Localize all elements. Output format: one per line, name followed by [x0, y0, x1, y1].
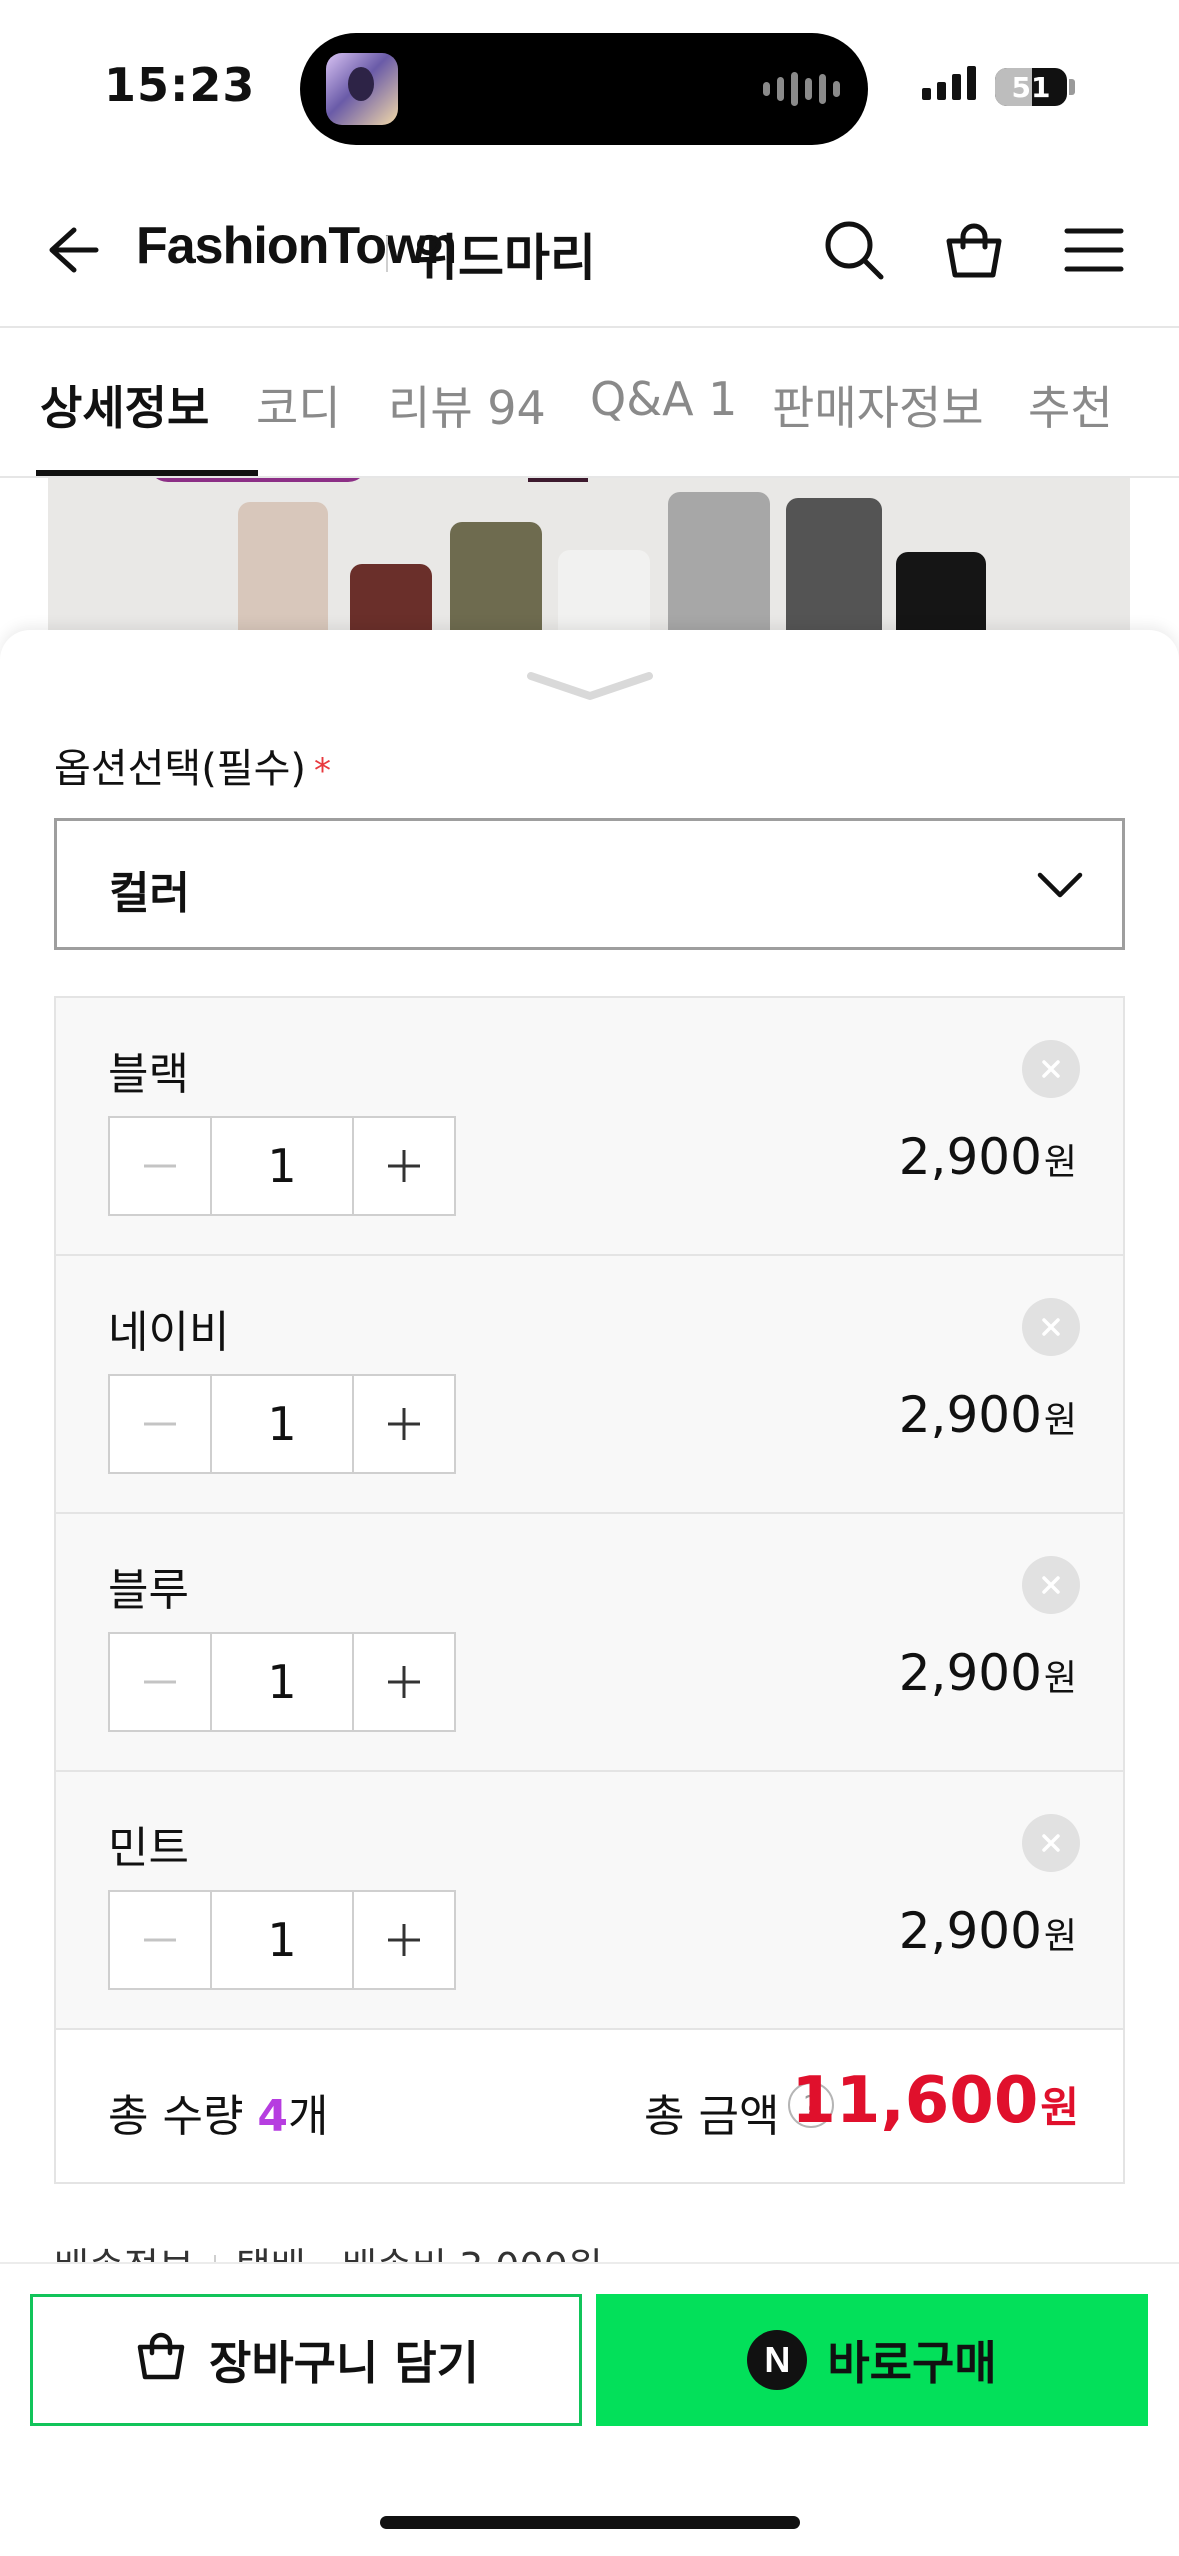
app-header: FashionTown 위드마리: [0, 170, 1179, 328]
select-value: 컬러: [109, 868, 190, 919]
selected-option-item: 네이비 1 2,900원: [56, 1256, 1123, 1514]
increase-quantity-button[interactable]: [354, 1892, 454, 1988]
shopping-bag-icon[interactable]: [938, 214, 1010, 286]
battery-cap: [1069, 79, 1075, 95]
option-price: 2,900원: [899, 1128, 1077, 1186]
dynamic-island[interactable]: [300, 33, 868, 145]
decrease-quantity-button[interactable]: [110, 1634, 210, 1730]
option-price-value: 2,900: [898, 1644, 1042, 1702]
add-to-cart-label: 장바구니 담기: [209, 2336, 479, 2390]
option-name: 민트: [108, 1823, 189, 1874]
audio-waveform-icon: [763, 69, 840, 109]
option-select-label: 옵션선택(필수) *: [54, 736, 331, 794]
search-icon[interactable]: [818, 214, 890, 286]
back-arrow-icon[interactable]: [38, 218, 102, 282]
tab-detail[interactable]: 상세정보: [40, 372, 209, 438]
decrease-quantity-button[interactable]: [110, 1376, 210, 1472]
option-price: 2,900원: [899, 1902, 1077, 1960]
decrease-quantity-button[interactable]: [110, 1118, 210, 1214]
shipping-info: 배송정보택배 · 배송비 3,000원: [54, 2234, 1125, 2264]
total-amount-label: 총 금액: [644, 2091, 780, 2142]
option-name: 블랙: [108, 1049, 189, 1100]
option-select-label-text: 옵션선택(필수): [54, 746, 307, 792]
quantity-value[interactable]: 1: [210, 1634, 354, 1730]
naver-pay-icon: N: [747, 2330, 808, 2390]
purchase-action-bar: 장바구니 담기 N 바로구매: [0, 2262, 1179, 2556]
tab-coordi[interactable]: 코디: [256, 372, 341, 438]
total-quantity-prefix: 총 수량: [108, 2091, 258, 2142]
chevron-down-icon: [1036, 865, 1084, 905]
status-bar: 15:23 51: [0, 0, 1179, 170]
total-price-value: 11,600: [791, 2064, 1039, 2138]
tab-recommend[interactable]: 추천: [1028, 372, 1113, 438]
increase-quantity-button[interactable]: [354, 1634, 454, 1730]
add-to-cart-button[interactable]: 장바구니 담기: [30, 2294, 582, 2426]
total-quantity-suffix: 개: [288, 2091, 329, 2142]
option-name: 블루: [108, 1565, 189, 1616]
selected-option-item: 블랙 1 2,900원: [56, 998, 1123, 1256]
tab-qna[interactable]: Q&A 1: [590, 372, 737, 426]
remove-option-icon[interactable]: [1022, 1040, 1080, 1098]
currency-unit: 원: [1043, 1658, 1077, 1699]
product-image: [48, 478, 1130, 638]
option-price-value: 2,900: [898, 1386, 1042, 1444]
battery-icon: 51: [995, 68, 1067, 106]
selected-options-list: 블랙 1 2,900원 네이비 1 2,900원 블루 1 2,900원 민트 …: [54, 996, 1125, 2184]
quantity-stepper: 1: [108, 1890, 456, 1990]
decrease-quantity-button[interactable]: [110, 1892, 210, 1988]
option-price-value: 2,900: [898, 1902, 1042, 1960]
quantity-value[interactable]: 1: [210, 1892, 354, 1988]
selected-option-item: 민트 1 2,900원: [56, 1772, 1123, 2030]
quantity-stepper: 1: [108, 1632, 456, 1732]
active-tab-indicator: [36, 470, 258, 476]
tab-reviews[interactable]: 리뷰 94: [388, 372, 546, 438]
remove-option-icon[interactable]: [1022, 1556, 1080, 1614]
option-name: 네이비: [108, 1307, 230, 1358]
option-price-value: 2,900: [898, 1128, 1042, 1186]
tab-seller-info[interactable]: 판매자정보: [772, 372, 984, 438]
total-quantity: 총 수량 4개: [108, 2080, 329, 2144]
store-name[interactable]: 위드마리: [412, 218, 596, 290]
brand-divider: [386, 236, 388, 272]
quantity-value[interactable]: 1: [210, 1376, 354, 1472]
home-indicator[interactable]: [380, 2516, 800, 2529]
increase-quantity-button[interactable]: [354, 1376, 454, 1472]
buy-now-label: 바로구매: [827, 2336, 997, 2390]
quantity-value[interactable]: 1: [210, 1118, 354, 1214]
order-total-row: 총 수량 4개 총 금액 ? 11,600원: [56, 2030, 1123, 2182]
option-price: 2,900원: [899, 1644, 1077, 1702]
selected-option-item: 블루 1 2,900원: [56, 1514, 1123, 1772]
cellular-signal-icon: [922, 66, 976, 100]
total-price-unit: 원: [1040, 2083, 1079, 2132]
required-mark: *: [314, 751, 332, 791]
option-price: 2,900원: [899, 1386, 1077, 1444]
battery-percent: 51: [1011, 70, 1051, 104]
now-playing-thumbnail: [326, 53, 398, 125]
buy-now-button[interactable]: N 바로구매: [596, 2294, 1148, 2426]
menu-icon[interactable]: [1058, 214, 1130, 286]
brand-logo[interactable]: FashionTown: [136, 216, 457, 276]
currency-unit: 원: [1043, 1142, 1077, 1183]
status-time: 15:23: [104, 58, 256, 112]
remove-option-icon[interactable]: [1022, 1298, 1080, 1356]
shopping-bag-icon: [133, 2327, 189, 2394]
currency-unit: 원: [1043, 1400, 1077, 1441]
color-select-dropdown[interactable]: 컬러: [54, 818, 1125, 950]
increase-quantity-button[interactable]: [354, 1118, 454, 1214]
product-tabs: 상세정보 코디 리뷰 94 Q&A 1 판매자정보 추천: [0, 330, 1179, 478]
quantity-stepper: 1: [108, 1116, 456, 1216]
quantity-stepper: 1: [108, 1374, 456, 1474]
collapse-chevron-icon[interactable]: [525, 666, 655, 706]
currency-unit: 원: [1043, 1916, 1077, 1957]
remove-option-icon[interactable]: [1022, 1814, 1080, 1872]
total-quantity-value: 4: [257, 2091, 289, 2142]
total-price: 11,600원: [791, 2064, 1079, 2138]
